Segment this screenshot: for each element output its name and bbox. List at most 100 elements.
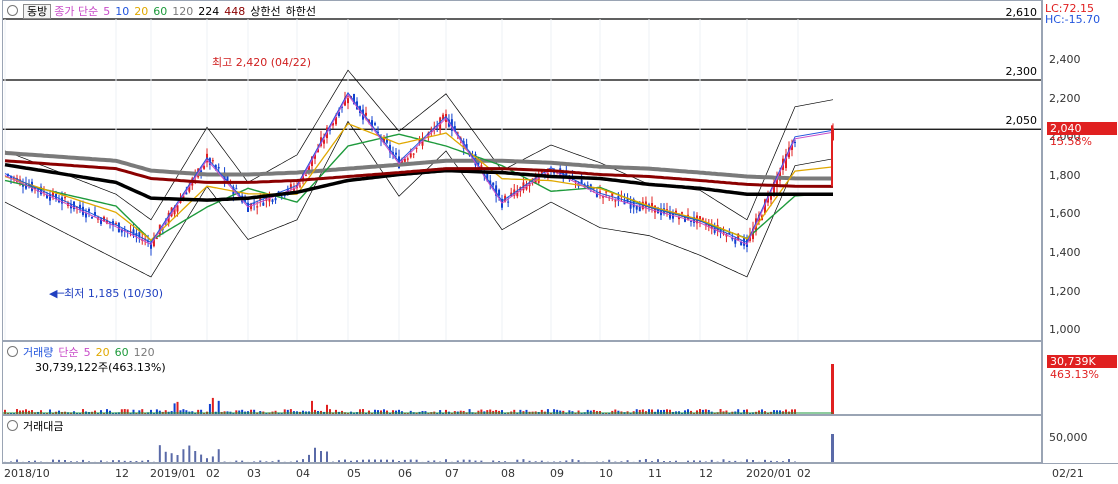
candle-body: [212, 160, 214, 161]
candle-body: [235, 188, 237, 189]
x-label: 11: [648, 467, 662, 480]
volume-bar: [320, 411, 322, 414]
x-label: 02: [206, 467, 220, 480]
volume-bar: [302, 411, 304, 414]
amount-bar: [124, 461, 126, 462]
volume-bar: [498, 411, 500, 414]
amount-bar: [165, 452, 167, 462]
amount-bar: [296, 460, 298, 462]
candle-body: [410, 153, 412, 157]
amount-bar: [147, 460, 149, 462]
ma-kind-label: 종가 단순: [54, 5, 98, 18]
amount-bar: [752, 460, 754, 462]
last-change-label: 15.58%: [1050, 135, 1092, 148]
amount-title: 거래대금: [23, 420, 63, 433]
candle-body: [262, 203, 264, 206]
vol-ma120-legend: 120: [134, 346, 155, 359]
candle-body: [794, 142, 796, 143]
x-label: 09: [550, 467, 564, 480]
volume-bar: [209, 404, 211, 414]
candle-body: [91, 217, 93, 219]
amount-bar: [356, 460, 358, 462]
candle-body: [88, 209, 90, 211]
amount-bar: [578, 460, 580, 462]
amount-bar: [52, 460, 54, 462]
amount-bar: [28, 461, 30, 462]
amount-bar: [194, 451, 196, 462]
amount-bar: [344, 460, 346, 462]
amount-bar: [416, 460, 418, 462]
x-label: 03: [247, 467, 261, 480]
amount-bar: [241, 461, 243, 462]
candle-body: [492, 183, 494, 185]
volume-bar: [212, 398, 214, 414]
amount-bar: [782, 461, 784, 462]
ma448-legend: 448: [224, 5, 245, 18]
amount-bar: [711, 460, 713, 462]
hline-label-2050: 2,050: [1006, 114, 1038, 127]
stock-name-tag[interactable]: 동방: [23, 4, 51, 19]
amount-bar: [663, 461, 665, 462]
arrow-left-icon: ◀─: [49, 287, 64, 300]
amount-bar: [88, 461, 90, 462]
lower-band-legend: 하한선: [286, 5, 316, 18]
amount-bar: [64, 460, 66, 462]
x-label: 08: [501, 467, 515, 480]
y-tick: 1,000: [1049, 323, 1081, 336]
amount-bar: [368, 460, 370, 462]
amount-bar: [651, 461, 653, 462]
amount-bar: [392, 460, 394, 462]
amount-bar: [516, 460, 518, 462]
vol-ma20-legend: 20: [96, 346, 110, 359]
candle-body: [305, 175, 307, 176]
y-tick: 1,400: [1049, 246, 1081, 259]
volume-panel: 거래량단순52060120 30,739,122주(463.13%): [2, 341, 1042, 415]
x-label: 04: [296, 467, 310, 480]
settings-gear-icon[interactable]: [7, 420, 18, 431]
amount-bar: [362, 460, 364, 462]
annot-low: ◀─최저 1,185 (10/30): [49, 285, 163, 301]
ma60-legend: 60: [153, 5, 167, 18]
volume-bar-last: [831, 364, 834, 414]
candle-body: [299, 186, 301, 187]
volume-bar: [562, 411, 564, 414]
amount-bar: [404, 460, 406, 462]
amount-bar: [177, 455, 179, 462]
amount-bar: [398, 461, 400, 462]
ma120-legend: 120: [172, 5, 193, 18]
volume-last-badge: 30,739K: [1047, 355, 1117, 368]
amount-bar: [620, 461, 622, 462]
amount-bar: [675, 461, 677, 462]
amount-bar: [746, 459, 748, 462]
amount-bar: [559, 461, 561, 462]
amount-bar-last: [831, 434, 834, 462]
candle-body: [64, 197, 66, 198]
settings-gear-icon[interactable]: [7, 346, 18, 357]
candle-body: [605, 192, 607, 193]
candle-body: [218, 167, 220, 168]
amount-legend: 거래대금: [7, 418, 68, 434]
vol-ma60-legend: 60: [115, 346, 129, 359]
volume-bar: [422, 411, 424, 414]
amount-bar: [272, 461, 274, 462]
amount-bar: [135, 461, 137, 462]
ma224-legend: 224: [198, 5, 219, 18]
x-axis: 2018/10 12 2019/01 02 03 04 05 06 07 08 …: [2, 463, 1118, 484]
volume-bar: [174, 403, 176, 414]
x-label: 2019/01: [150, 467, 196, 480]
amount-bar: [445, 459, 447, 462]
amount-bar: [76, 461, 78, 462]
amount-bar: [457, 461, 459, 462]
amount-bar: [265, 461, 267, 462]
hline-label-2610: 2,610: [1006, 6, 1038, 19]
amount-bar: [645, 459, 647, 462]
candle-body: [636, 206, 638, 210]
candle-body: [156, 238, 158, 239]
amount-bar: [326, 452, 328, 462]
settings-gear-icon[interactable]: [7, 5, 18, 16]
x-label: 02: [797, 467, 811, 480]
ma5-legend: 5: [103, 5, 110, 18]
ma10-legend: 10: [115, 5, 129, 18]
price-axis: LC:72.15 HC:-15.70 2,400 2,200 2,000 1,8…: [1042, 0, 1118, 341]
price-panel: 동방종가 단순5102060120224448상한선하한선 최고 2,420 (…: [2, 0, 1042, 341]
